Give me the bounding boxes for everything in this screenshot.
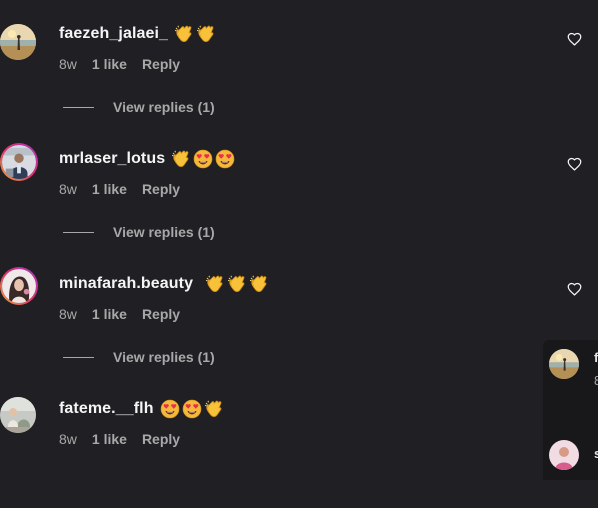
replies-divider xyxy=(63,106,94,108)
avatar[interactable] xyxy=(0,143,38,181)
clapping-hands-icon xyxy=(249,274,269,294)
profile-photo-icon xyxy=(2,145,36,179)
heart-icon[interactable] xyxy=(567,157,582,171)
reply-button[interactable]: Reply xyxy=(142,431,180,447)
comment-username[interactable]: faezeh_jalaei_ xyxy=(59,25,168,43)
comment-time: 8w xyxy=(59,306,77,322)
comment-time: 8w xyxy=(59,181,77,197)
side-username[interactable]: f xyxy=(594,350,598,365)
side-username[interactable]: s xyxy=(594,446,598,461)
comment-meta: 8w 1 like Reply xyxy=(59,56,180,72)
heart-icon[interactable] xyxy=(567,32,582,46)
view-replies-label: View replies (1) xyxy=(113,349,215,365)
comment-item: minafarah.beauty 8w 1 like Reply View re… xyxy=(0,258,598,383)
reply-button[interactable]: Reply xyxy=(142,306,180,322)
heart-eyes-icon xyxy=(182,399,202,419)
view-replies-button[interactable]: View replies (1) xyxy=(63,349,215,365)
replies-divider xyxy=(63,356,94,358)
comment-time: 8w xyxy=(59,56,77,72)
heart-eyes-icon xyxy=(160,399,180,419)
reply-button[interactable]: Reply xyxy=(142,181,180,197)
clapping-hands-icon xyxy=(171,149,191,169)
clapping-hands-icon xyxy=(196,24,216,44)
heart-eyes-icon xyxy=(193,149,213,169)
side-avatar[interactable] xyxy=(549,440,579,470)
comment-text xyxy=(174,24,216,44)
view-replies-label: View replies (1) xyxy=(113,99,215,115)
comment-meta: 8w 1 like Reply xyxy=(59,431,180,447)
likes-count[interactable]: 1 like xyxy=(92,181,127,197)
heart-icon[interactable] xyxy=(567,282,582,296)
comment-item: faezeh_jalaei_ 8w 1 like Reply View repl… xyxy=(0,8,598,133)
avatar[interactable] xyxy=(0,267,38,305)
comment-text xyxy=(171,149,235,169)
likes-count[interactable]: 1 like xyxy=(92,306,127,322)
clapping-hands-icon xyxy=(204,399,224,419)
profile-photo-icon xyxy=(549,349,579,379)
comment-text xyxy=(160,399,224,419)
avatar[interactable] xyxy=(0,397,36,433)
view-replies-label: View replies (1) xyxy=(113,224,215,240)
clapping-hands-icon xyxy=(227,274,247,294)
side-panel: f 8 s xyxy=(543,340,598,480)
comment-time: 8w xyxy=(59,431,77,447)
clapping-hands-icon xyxy=(174,24,194,44)
heart-eyes-icon xyxy=(215,149,235,169)
profile-photo-icon xyxy=(2,269,36,303)
comment-item: fateme.__flh 8w 1 like Reply xyxy=(0,383,598,508)
comment-username[interactable]: mrlaser_lotus xyxy=(59,150,165,168)
comment-item: mrlaser_lotus 8w 1 like Reply View repli… xyxy=(0,133,598,258)
profile-photo-icon xyxy=(549,440,579,470)
comment-username[interactable]: minafarah.beauty xyxy=(59,275,193,293)
comment-meta: 8w 1 like Reply xyxy=(59,181,180,197)
likes-count[interactable]: 1 like xyxy=(92,56,127,72)
profile-photo-icon xyxy=(0,24,36,60)
view-replies-button[interactable]: View replies (1) xyxy=(63,99,215,115)
avatar[interactable] xyxy=(0,24,36,60)
reply-button[interactable]: Reply xyxy=(142,56,180,72)
likes-count[interactable]: 1 like xyxy=(92,431,127,447)
replies-divider xyxy=(63,231,94,233)
side-avatar[interactable] xyxy=(549,349,579,379)
clapping-hands-icon xyxy=(205,274,225,294)
profile-photo-icon xyxy=(0,397,36,433)
comment-username[interactable]: fateme.__flh xyxy=(59,400,154,418)
view-replies-button[interactable]: View replies (1) xyxy=(63,224,215,240)
comment-text xyxy=(205,274,269,294)
side-time: 8 xyxy=(594,373,598,388)
comment-meta: 8w 1 like Reply xyxy=(59,306,180,322)
